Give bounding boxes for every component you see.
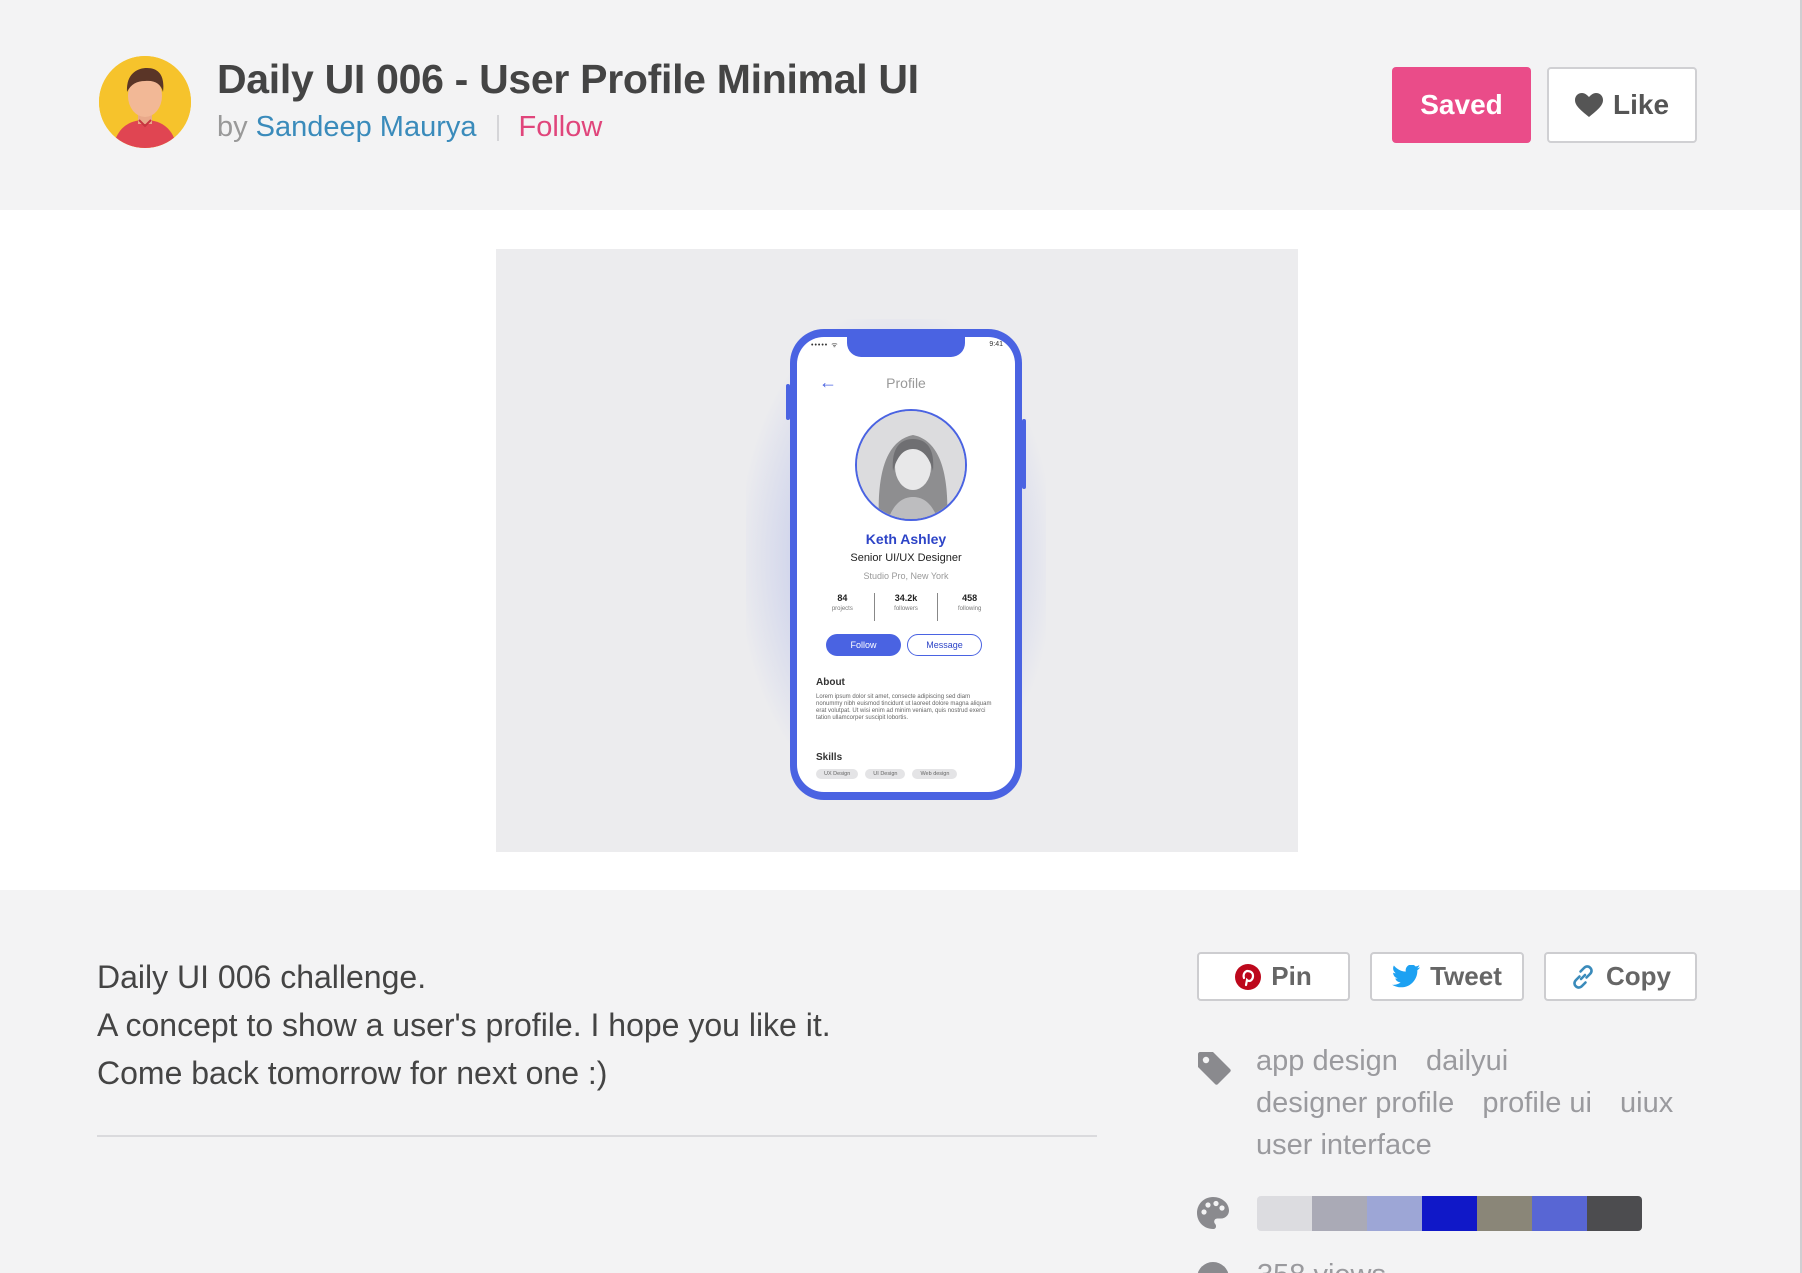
by-label: by (217, 111, 248, 143)
description-divider (97, 1135, 1097, 1137)
color-swatch[interactable] (1477, 1196, 1532, 1231)
stat-label: projects (831, 606, 853, 612)
pin-label: Pin (1271, 961, 1312, 991)
profile-photo (855, 409, 967, 521)
pinterest-icon (1235, 963, 1262, 990)
stat-value: 34.2k (894, 593, 918, 603)
color-swatch[interactable] (1422, 1196, 1477, 1231)
link-icon (1573, 964, 1593, 989)
tag-link[interactable]: app design (1256, 1040, 1398, 1082)
description-line: Daily UI 006 challenge. (97, 959, 427, 995)
palette-icon (1197, 1197, 1229, 1229)
tag-link[interactable]: designer profile (1256, 1082, 1454, 1124)
stat-projects: 84 projects (811, 593, 875, 621)
stat-following: 458 following (938, 593, 1001, 621)
skill-chip: UI Design (865, 769, 906, 779)
shot-description: Daily UI 006 challenge. A concept to sho… (97, 953, 831, 1097)
views-icon (1197, 1262, 1229, 1273)
profile-role: Senior UI/UX Designer (850, 552, 962, 564)
byline-divider (496, 114, 499, 141)
description-line: A concept to show a user's profile. I ho… (97, 1007, 831, 1043)
copy-link-button[interactable]: Copy (1544, 952, 1697, 1001)
phone-power-button (1022, 419, 1026, 489)
skills-chips: UX Design UI Design Web design (816, 769, 958, 779)
stat-value: 458 (962, 593, 978, 603)
mock-follow-button: Follow (826, 634, 901, 656)
author-link[interactable]: Sandeep Maurya (256, 111, 477, 144)
mock-message-button: Message (907, 634, 982, 656)
twitter-icon (1392, 965, 1421, 988)
like-label: Like (1612, 89, 1670, 120)
author-avatar[interactable] (99, 56, 191, 148)
profile-location: Studio Pro, New York (863, 571, 949, 581)
byline: by Sandeep Maurya Follow (217, 111, 602, 144)
like-button[interactable]: Like (1547, 67, 1697, 143)
phone-mockup: ••••• ᯤ 9:41 ← Profile Keth Ashley Senio… (790, 329, 1022, 800)
tweet-button[interactable]: Tweet (1370, 952, 1524, 1001)
stat-value: 84 (837, 593, 848, 603)
tag-link[interactable]: user interface (1256, 1124, 1432, 1166)
tag-link[interactable]: dailyui (1426, 1040, 1508, 1082)
tag-icon (1198, 1052, 1231, 1085)
description-line: Come back tomorrow for next one :) (97, 1055, 608, 1091)
skill-chip: Web design (912, 769, 958, 779)
skills-heading: Skills (816, 752, 843, 763)
color-swatch[interactable] (1257, 1196, 1312, 1231)
pin-button[interactable]: Pin (1197, 952, 1350, 1001)
profile-stats: 84 projects 34.2k followers 458 followin… (811, 593, 1001, 621)
color-palette (1257, 1196, 1642, 1231)
views-count: 358 views (1257, 1259, 1386, 1273)
saved-button[interactable]: Saved (1392, 67, 1531, 143)
tag-link[interactable]: uiux (1620, 1082, 1673, 1124)
follow-link[interactable]: Follow (519, 111, 603, 144)
stat-label: following (958, 606, 982, 612)
status-time: 9:41 (989, 341, 1003, 348)
stat-label: followers (894, 606, 918, 612)
color-swatch[interactable] (1532, 1196, 1587, 1231)
profile-name: Keth Ashley (865, 531, 947, 547)
phone-screen: ••••• ᯤ 9:41 ← Profile Keth Ashley Senio… (797, 337, 1015, 792)
about-text: Lorem ipsum dolor sit amet, consecte adi… (816, 694, 992, 721)
tag-link[interactable]: profile ui (1482, 1082, 1592, 1124)
copy-label: Copy (1606, 961, 1671, 991)
about-heading: About (816, 677, 845, 688)
screen-title: Profile (886, 375, 926, 391)
shot-header: Daily UI 006 - User Profile Minimal UI b… (0, 0, 1800, 210)
shot-title: Daily UI 006 - User Profile Minimal UI (217, 56, 919, 102)
skill-chip: UX Design (816, 769, 859, 779)
stat-followers: 34.2k followers (875, 593, 939, 621)
color-swatch[interactable] (1587, 1196, 1642, 1231)
phone-notch (847, 337, 965, 357)
color-swatch[interactable] (1367, 1196, 1422, 1231)
shot-image[interactable]: ••••• ᯤ 9:41 ← Profile Keth Ashley Senio… (496, 249, 1298, 852)
color-swatch[interactable] (1312, 1196, 1367, 1231)
tweet-label: Tweet (1430, 961, 1502, 991)
tag-list: app design dailyui designer profile prof… (1256, 1040, 1696, 1166)
signal-status: ••••• ᯤ (811, 342, 839, 349)
heart-icon (1574, 92, 1603, 117)
